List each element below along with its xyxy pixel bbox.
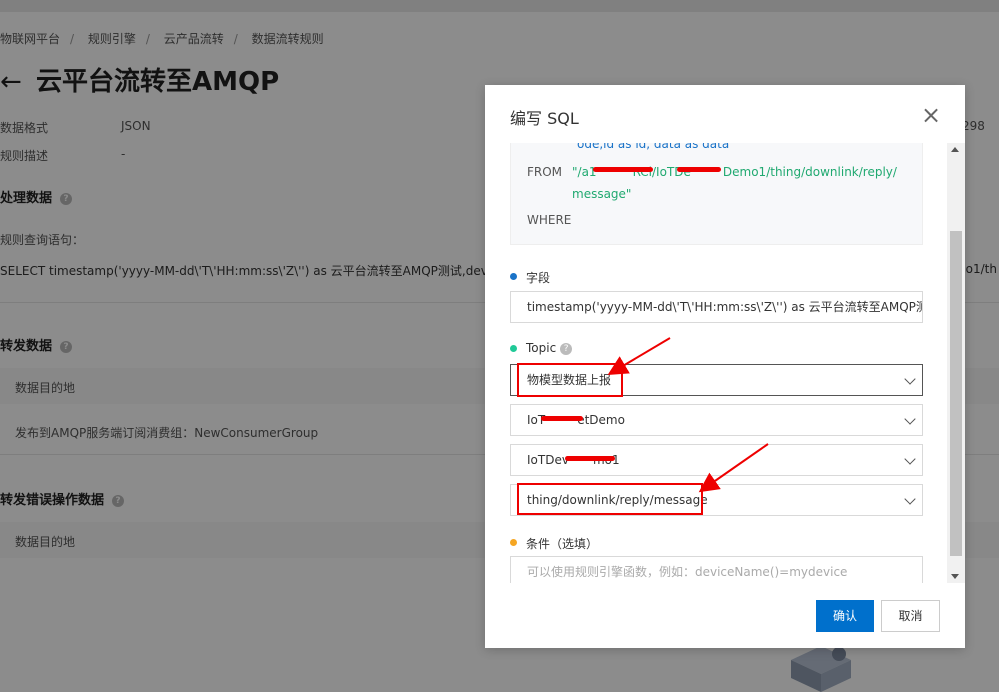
- sql-from-keyword: FROM: [527, 165, 563, 179]
- topic-label: Topic?: [526, 341, 573, 355]
- annotation-box: [517, 483, 703, 515]
- scroll-thumb[interactable]: [950, 231, 962, 556]
- annotation-box: [517, 363, 623, 397]
- sql-editor-dialog: 编写 SQL × ode,id as id, data as data FROM…: [485, 85, 965, 648]
- chevron-down-icon: [904, 373, 916, 385]
- condition-label: 条件（选填）: [526, 537, 599, 551]
- dialog-title: 编写 SQL: [510, 109, 579, 128]
- sql-select-tail: ode,id as id, data as data: [577, 143, 730, 151]
- condition-placeholder: 可以使用规则引擎函数，例如：deviceName()=mydevice: [527, 565, 848, 579]
- help-icon[interactable]: ?: [560, 343, 573, 355]
- sql-preview: ode,id as id, data as data FROM "/a1 RCl/…: [510, 143, 923, 245]
- topic-label-text: Topic: [526, 341, 557, 355]
- redaction-mark: [565, 456, 615, 461]
- condition-dot-icon: [510, 539, 517, 546]
- redaction-mark: [593, 167, 653, 172]
- sql-where-keyword: WHERE: [527, 213, 572, 227]
- device-value-part: IoTDev: [527, 453, 569, 467]
- field-input[interactable]: timestamp('yyyy-MM-dd\'T\'HH:mm:ss\'Z\''…: [510, 291, 923, 323]
- dialog-scrollbar[interactable]: [947, 143, 965, 583]
- cancel-button[interactable]: 取消: [881, 600, 940, 632]
- dialog-body: ode,id as id, data as data FROM "/a1 RCl/…: [485, 143, 947, 583]
- sql-from-topic-cont: message": [572, 187, 632, 201]
- chevron-down-icon: [904, 413, 916, 425]
- redaction-mark: [541, 416, 583, 421]
- sql-topic-part: Demo1/thing/downlink/reply/: [722, 165, 897, 179]
- confirm-button[interactable]: 确认: [816, 600, 874, 632]
- field-dot-icon: [510, 273, 517, 280]
- redaction-mark: [677, 167, 721, 172]
- scroll-down-icon[interactable]: [951, 574, 959, 579]
- topic-dot-icon: [510, 345, 517, 352]
- condition-input[interactable]: 可以使用规则引擎函数，例如：deviceName()=mydevice: [510, 556, 923, 583]
- field-label: 字段: [526, 271, 551, 285]
- product-value-part: etDemo: [577, 413, 625, 427]
- chevron-down-icon: [904, 453, 916, 465]
- close-icon[interactable]: ×: [921, 103, 941, 127]
- scroll-up-icon[interactable]: [951, 147, 959, 152]
- chevron-down-icon: [904, 493, 916, 505]
